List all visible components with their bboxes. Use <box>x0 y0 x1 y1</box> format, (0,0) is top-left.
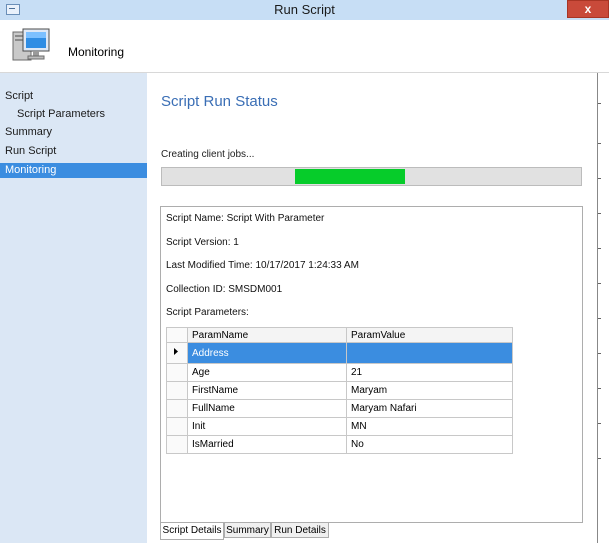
param-name-cell[interactable]: Address <box>187 342 347 364</box>
wizard-sidebar: Script Script Parameters Summary Run Scr… <box>0 73 147 543</box>
table-row[interactable]: FirstName Maryam <box>166 381 513 400</box>
edge-mark <box>598 318 601 319</box>
param-name-cell[interactable]: FirstName <box>187 381 347 400</box>
table-row[interactable]: Address <box>166 342 513 364</box>
progress-bar-fill <box>295 169 405 184</box>
table-row[interactable]: Init MN <box>166 417 513 436</box>
param-name-cell[interactable]: FullName <box>187 399 347 418</box>
param-name-cell[interactable]: Init <box>187 417 347 436</box>
grid-header-row: ParamName ParamValue <box>166 327 513 343</box>
tab-script-details[interactable]: Script Details <box>160 523 224 540</box>
details-panel: Script Name: Script With Parameter Scrip… <box>160 206 583 523</box>
sidebar-item-script[interactable]: Script <box>5 89 33 104</box>
edge-mark <box>598 458 601 459</box>
main-panel: Script Run Status Creating client jobs..… <box>147 73 609 543</box>
row-selector-cell[interactable] <box>166 381 188 400</box>
param-value-cell[interactable]: Maryam Nafari <box>346 399 513 418</box>
edge-mark <box>598 283 601 284</box>
grid-corner-cell <box>166 327 188 343</box>
header-title: Monitoring <box>68 45 125 59</box>
edge-mark <box>598 423 601 424</box>
table-row[interactable]: IsMarried No <box>166 435 513 454</box>
status-text: Creating client jobs... <box>161 149 255 160</box>
edge-mark <box>598 388 601 389</box>
sidebar-item-script-parameters[interactable]: Script Parameters <box>17 107 105 122</box>
edge-mark <box>598 353 601 354</box>
param-name-cell[interactable]: Age <box>187 363 347 382</box>
param-value-cell[interactable]: No <box>346 435 513 454</box>
tab-run-details[interactable]: Run Details <box>271 523 329 538</box>
window-titlebar: Run Script x <box>0 0 609 21</box>
table-row[interactable]: Age 21 <box>166 363 513 382</box>
row-selector-cell[interactable] <box>166 399 188 418</box>
last-modified-text: Last Modified Time: 10/17/2017 1:24:33 A… <box>166 260 359 271</box>
row-selector-cell[interactable] <box>166 363 188 382</box>
collection-id-text: Collection ID: SMSDM001 <box>166 284 283 295</box>
table-row[interactable]: FullName Maryam Nafari <box>166 399 513 418</box>
script-name-text: Script Name: Script With Parameter <box>166 213 325 224</box>
edge-mark <box>598 103 601 104</box>
param-name-cell[interactable]: IsMarried <box>187 435 347 454</box>
computer-monitor-icon <box>12 28 50 61</box>
param-value-cell[interactable] <box>346 342 513 364</box>
edge-mark <box>598 213 601 214</box>
current-row-arrow-icon <box>174 348 178 355</box>
edge-mark <box>598 143 601 144</box>
script-version-text: Script Version: 1 <box>166 237 239 248</box>
row-selector-cell[interactable] <box>166 342 188 364</box>
row-selector-cell[interactable] <box>166 417 188 436</box>
parameters-grid[interactable]: ParamName ParamValue Address Age 21 Firs… <box>166 327 513 454</box>
sidebar-item-monitoring[interactable]: Monitoring <box>0 163 147 178</box>
background-window-edge <box>597 73 609 543</box>
param-value-cell[interactable]: MN <box>346 417 513 436</box>
progress-bar <box>161 167 582 186</box>
edge-mark <box>598 248 601 249</box>
column-header-paramname[interactable]: ParamName <box>187 327 347 343</box>
window-title: Run Script <box>274 2 335 17</box>
sidebar-item-summary[interactable]: Summary <box>5 125 52 140</box>
close-button[interactable]: x <box>567 0 609 18</box>
column-header-paramvalue[interactable]: ParamValue <box>346 327 513 343</box>
page-title: Script Run Status <box>161 93 278 110</box>
sidebar-item-run-script[interactable]: Run Script <box>5 144 56 159</box>
tab-summary[interactable]: Summary <box>224 523 271 538</box>
script-parameters-label: Script Parameters: <box>166 307 249 318</box>
param-value-cell[interactable]: 21 <box>346 363 513 382</box>
page-header: Monitoring <box>0 20 609 73</box>
edge-mark <box>598 178 601 179</box>
row-selector-cell[interactable] <box>166 435 188 454</box>
param-value-cell[interactable]: Maryam <box>346 381 513 400</box>
